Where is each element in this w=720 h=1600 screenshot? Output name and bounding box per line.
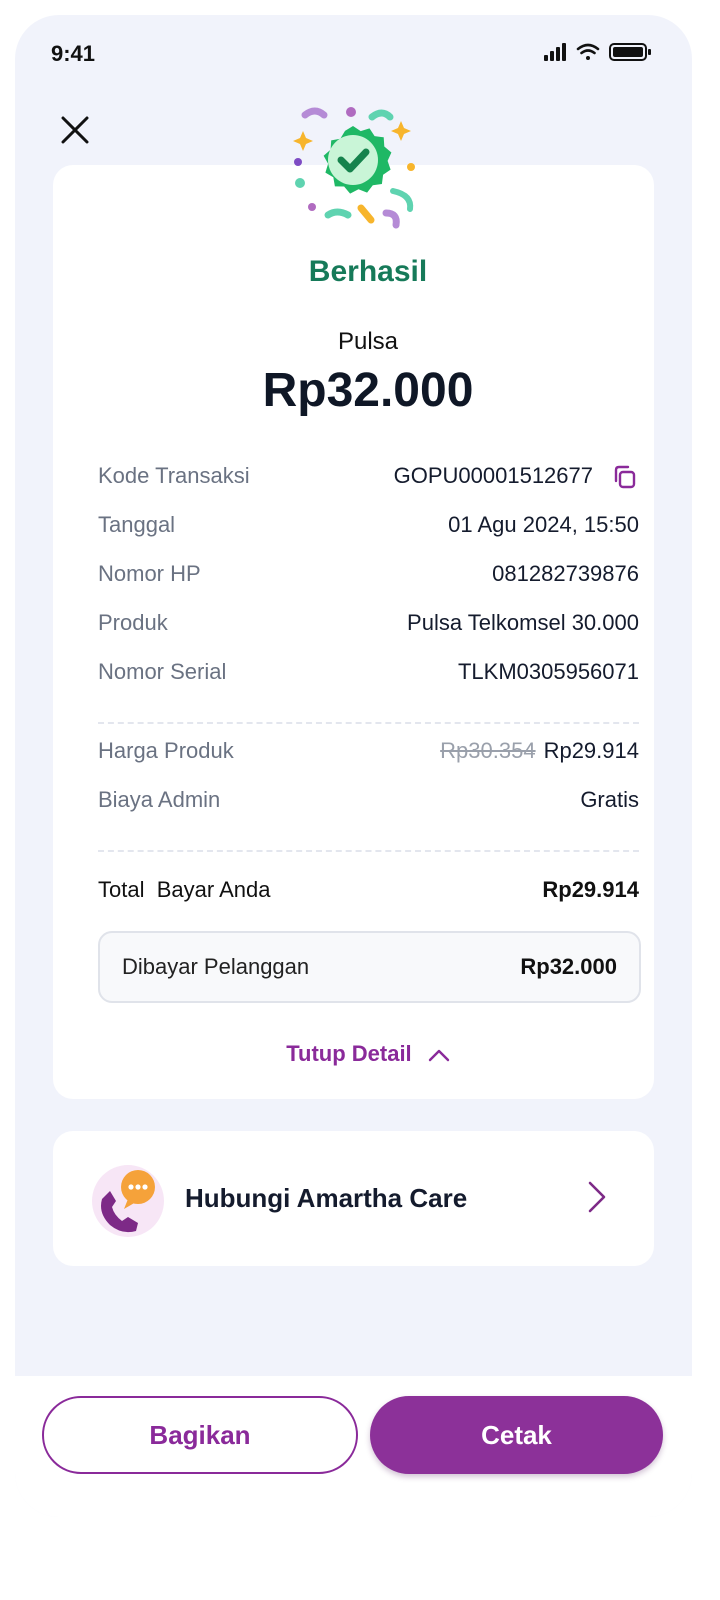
price-row: Harga Produk Rp30.354 Rp29.914 bbox=[98, 738, 639, 768]
close-detail-label: Tutup Detail bbox=[286, 1041, 412, 1066]
detail-row-phone: Nomor HP 081282739876 bbox=[98, 561, 639, 591]
admin-fee-label: Biaya Admin bbox=[98, 787, 221, 812]
success-title: Berhasil bbox=[308, 255, 428, 288]
original-price: Rp30.354 bbox=[440, 738, 536, 763]
detail-label: Kode Transaksi bbox=[98, 463, 250, 488]
detail-value: Pulsa Telkomsel 30.000 bbox=[407, 610, 639, 635]
close-detail-toggle[interactable]: Tutup Detail bbox=[15, 1041, 692, 1067]
transaction-amount: Rp32.000 bbox=[262, 364, 474, 417]
divider bbox=[98, 850, 639, 852]
copy-icon[interactable] bbox=[611, 463, 639, 491]
customer-paid-value: Rp32.000 bbox=[520, 954, 617, 979]
chevron-up-icon bbox=[428, 1049, 449, 1062]
customer-paid-label: Dibayar Pelanggan bbox=[122, 954, 310, 979]
phone-chat-icon bbox=[92, 1165, 164, 1237]
print-button[interactable]: Cetak bbox=[370, 1396, 663, 1474]
signal-icon bbox=[544, 43, 566, 61]
detail-row-serial: Nomor Serial TLKM0305956071 bbox=[98, 659, 639, 689]
discounted-price: Rp29.914 bbox=[543, 738, 639, 763]
transaction-code-value: GOPU00001512677 bbox=[393, 463, 593, 488]
phone-screen: 9:41 Berhasil Pulsa Rp32.000 Kode Transa… bbox=[15, 15, 692, 1517]
price-value-group: Rp30.354 Rp29.914 bbox=[440, 738, 639, 764]
divider bbox=[98, 722, 639, 724]
detail-label: Produk bbox=[98, 610, 168, 635]
detail-label: Nomor HP bbox=[98, 561, 201, 586]
success-check-icon bbox=[293, 107, 415, 229]
product-type: Pulsa bbox=[337, 328, 399, 355]
battery-icon bbox=[609, 43, 651, 61]
close-icon[interactable] bbox=[55, 110, 95, 150]
share-button[interactable]: Bagikan bbox=[42, 1396, 358, 1474]
amartha-care-card[interactable]: Hubungi Amartha Care bbox=[53, 1131, 654, 1266]
wifi-icon bbox=[576, 43, 600, 60]
detail-label: Tanggal bbox=[98, 512, 176, 537]
customer-paid-box: Dibayar Pelanggan Rp32.000 bbox=[98, 931, 641, 1003]
status-time: 9:41 bbox=[51, 41, 96, 66]
price-label: Harga Produk bbox=[98, 738, 234, 763]
bottom-action-bar: Bagikan Cetak bbox=[15, 1376, 692, 1517]
total-value: Rp29.914 bbox=[542, 877, 639, 902]
total-label: Total Bayar Anda bbox=[98, 877, 271, 902]
admin-fee-value: Gratis bbox=[580, 787, 639, 812]
total-row: Total Bayar Anda Rp29.914 bbox=[98, 877, 639, 907]
status-icons bbox=[544, 43, 651, 61]
detail-value: 01 Agu 2024, 15:50 bbox=[448, 512, 639, 537]
chevron-right-icon bbox=[588, 1181, 606, 1213]
detail-row-date: Tanggal 01 Agu 2024, 15:50 bbox=[98, 512, 639, 542]
detail-label: Nomor Serial bbox=[98, 659, 227, 684]
detail-value: 081282739876 bbox=[492, 561, 639, 586]
detail-value: TLKM0305956071 bbox=[457, 659, 639, 684]
status-bar: 9:41 bbox=[15, 15, 692, 85]
detail-row-product: Produk Pulsa Telkomsel 30.000 bbox=[98, 610, 639, 640]
amartha-care-label: Hubungi Amartha Care bbox=[185, 1183, 468, 1213]
detail-row-transaction-code: Kode Transaksi GOPU00001512677 bbox=[98, 463, 639, 493]
admin-fee-row: Biaya Admin Gratis bbox=[98, 787, 639, 817]
